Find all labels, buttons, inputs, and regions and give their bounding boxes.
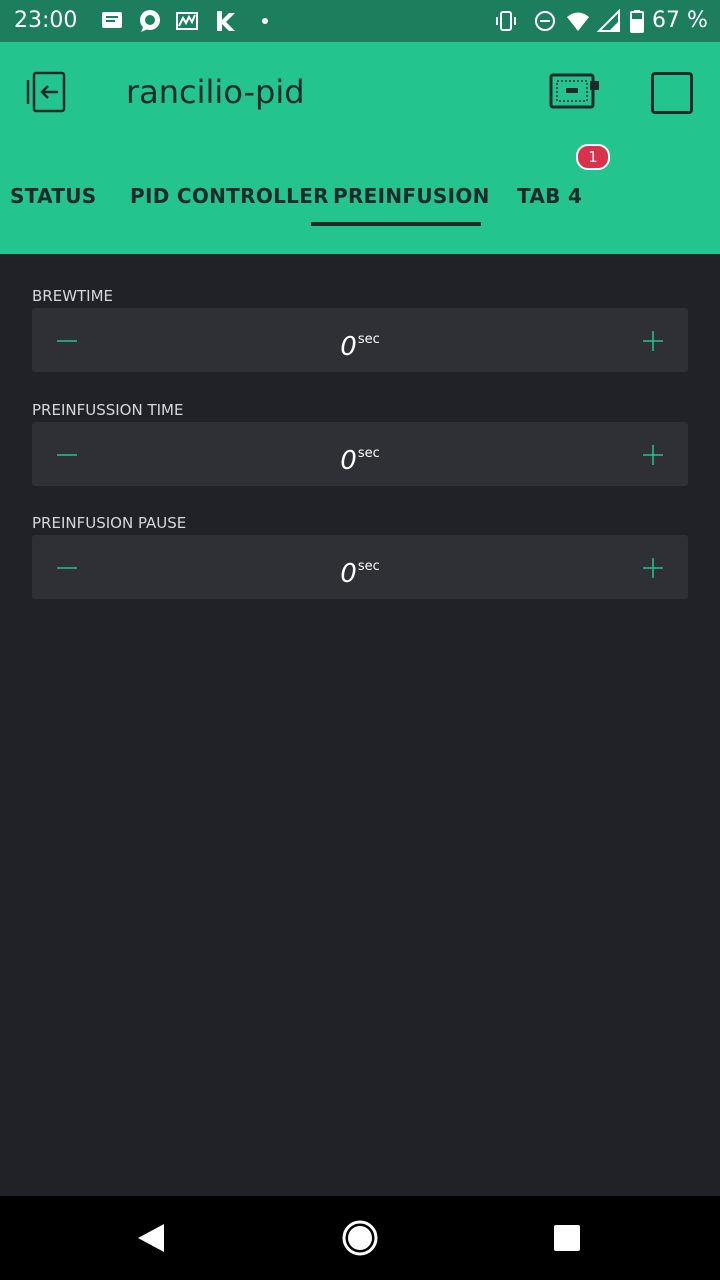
battery-icon xyxy=(630,10,644,33)
cell-signal-icon xyxy=(597,9,620,32)
step-value-number: 0 xyxy=(340,446,357,476)
brewtime-label: BREWTIME xyxy=(32,287,114,305)
plus-icon[interactable] xyxy=(640,555,666,581)
notification-badge: 1 xyxy=(576,144,610,170)
step-value-number: 0 xyxy=(340,559,357,589)
home-circle-icon[interactable] xyxy=(340,1218,380,1258)
back-triangle-icon[interactable] xyxy=(132,1218,172,1258)
play-stop-button[interactable] xyxy=(651,72,693,114)
preinfusion-pause-label: PREINFUSION PAUSE xyxy=(32,514,187,532)
battery-percent: 67 % xyxy=(652,8,708,33)
tab-preinfusion[interactable]: PREINFUSION xyxy=(333,178,490,228)
message-icon xyxy=(102,12,122,28)
app-header: rancilio-pid 1 STATUS PID CONTROLLER PRE… xyxy=(0,42,720,254)
photo-gallery-icon xyxy=(176,12,198,30)
tab-bar: STATUS PID CONTROLLER PREINFUSION TAB 4 xyxy=(0,178,720,254)
wifi-icon xyxy=(567,12,589,31)
preinfussion-time-stepper: 0sec xyxy=(32,422,688,486)
recents-square-icon[interactable] xyxy=(547,1218,587,1258)
plus-icon[interactable] xyxy=(640,442,666,468)
brewtime-value: 0sec xyxy=(32,324,688,363)
exit-project-icon[interactable] xyxy=(26,70,72,114)
step-value-unit: sec xyxy=(357,559,380,574)
preinfusion-pause-stepper: 0sec xyxy=(32,535,688,599)
status-bar: 23:00 67 % xyxy=(0,0,720,42)
device-icon[interactable] xyxy=(548,70,610,130)
chat-bubble-icon xyxy=(140,10,160,32)
system-nav-bar xyxy=(0,1196,720,1280)
tab-status[interactable]: STATUS xyxy=(10,178,97,228)
step-value-number: 0 xyxy=(340,332,357,362)
step-value-unit: sec xyxy=(357,332,380,347)
tab-pid-controller[interactable]: PID CONTROLLER xyxy=(130,178,329,228)
tab-content: BREWTIME 0sec PREINFUSSION TIME 0sec PRE… xyxy=(0,254,720,1196)
dnd-icon xyxy=(535,11,555,31)
status-time: 23:00 xyxy=(14,8,78,33)
project-title: rancilio-pid xyxy=(126,73,305,111)
active-tab-indicator xyxy=(311,222,481,226)
dot-icon xyxy=(262,18,268,24)
plus-icon[interactable] xyxy=(640,328,666,354)
preinfussion-time-value: 0sec xyxy=(32,438,688,477)
tab-4[interactable]: TAB 4 xyxy=(517,178,582,228)
preinfusion-pause-value: 0sec xyxy=(32,551,688,590)
vibrate-icon xyxy=(496,11,516,31)
brewtime-stepper: 0sec xyxy=(32,308,688,372)
preinfussion-time-label: PREINFUSSION TIME xyxy=(32,401,184,419)
step-value-unit: sec xyxy=(357,446,380,461)
k-app-icon xyxy=(217,11,235,31)
